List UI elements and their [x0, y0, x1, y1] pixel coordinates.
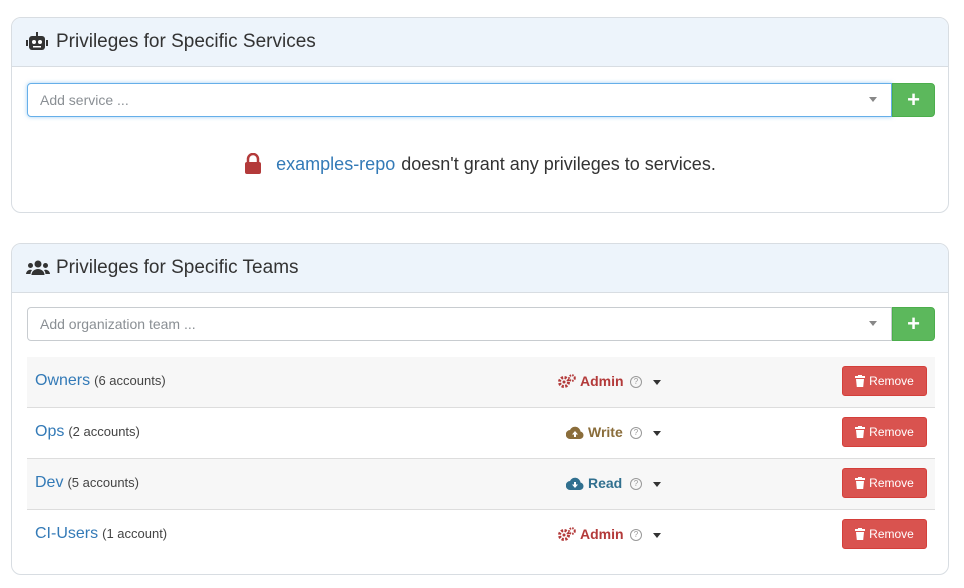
team-account-count: (2 accounts): [68, 424, 140, 439]
table-row: Dev (5 accounts) Read ? Remove: [27, 459, 935, 510]
teams-panel-heading: Privileges for Specific Teams: [12, 244, 948, 293]
help-icon[interactable]: ?: [630, 427, 642, 439]
role-label: Admin: [580, 373, 624, 389]
team-account-count: (5 accounts): [67, 475, 139, 490]
role-selector[interactable]: Read: [566, 475, 622, 491]
team-list: Owners (6 accounts) Admin ? Remove Ops (2 …: [27, 357, 935, 561]
table-row: CI-Users (1 account) Admin ? Remove: [27, 510, 935, 561]
users-icon: [26, 257, 50, 279]
role-selector[interactable]: Admin: [558, 526, 624, 542]
role-selector[interactable]: Write: [566, 424, 623, 440]
role-label: Admin: [580, 526, 624, 542]
remove-button[interactable]: Remove: [842, 366, 927, 396]
cogs-icon: [558, 527, 576, 541]
team-link[interactable]: Ops (2 accounts): [35, 423, 140, 441]
services-panel-title: Privileges for Specific Services: [56, 31, 316, 52]
cloud-download-icon: [566, 477, 584, 490]
teams-panel: Privileges for Specific Teams + Owners(6…: [11, 243, 949, 575]
add-team-button[interactable]: +: [892, 307, 935, 341]
add-service-input[interactable]: [27, 83, 892, 117]
team-account-count: (1 account): [102, 526, 168, 541]
chevron-down-icon[interactable]: [869, 321, 877, 326]
chevron-down-icon[interactable]: [869, 97, 877, 102]
add-team-input[interactable]: [27, 307, 892, 341]
team-account-count: (6 accounts): [94, 373, 166, 388]
remove-button[interactable]: Remove: [842, 519, 927, 549]
help-icon[interactable]: ?: [630, 529, 642, 541]
role-label: Read: [588, 475, 623, 491]
cogs-icon: [558, 374, 576, 388]
add-service-button[interactable]: +: [892, 83, 935, 117]
team-link[interactable]: CI-Users (1 account): [35, 525, 167, 543]
lock-icon: [244, 153, 262, 175]
remove-button[interactable]: Remove: [842, 417, 927, 447]
remove-button[interactable]: Remove: [842, 468, 927, 498]
chevron-down-icon[interactable]: [653, 380, 661, 385]
teams-panel-title: Privileges for Specific Teams: [56, 257, 299, 278]
trash-icon: [855, 477, 866, 489]
services-panel-heading: Privileges for Specific Services: [12, 18, 948, 67]
team-link[interactable]: Owners (6 accounts): [35, 372, 166, 390]
add-service-row: +: [27, 83, 935, 117]
table-row: Ops (2 accounts) Write ? Remove: [27, 408, 935, 459]
role-selector[interactable]: Admin: [558, 373, 624, 389]
role-label: Write: [588, 424, 623, 440]
services-panel: Privileges for Specific Services + examp…: [11, 17, 949, 213]
cloud-upload-icon: [566, 426, 584, 439]
no-services-text: doesn't grant any privileges to services…: [401, 153, 716, 174]
trash-icon: [855, 528, 866, 540]
help-icon[interactable]: ?: [630, 376, 642, 388]
trash-icon: [855, 375, 866, 387]
no-services-message: examples-repo doesn't grant any privileg…: [12, 153, 948, 175]
chevron-down-icon[interactable]: [653, 482, 661, 487]
table-row: Owners (6 accounts) Admin ? Remove: [27, 357, 935, 408]
trash-icon: [855, 426, 866, 438]
robot-icon: [26, 31, 50, 53]
repo-link[interactable]: examples-repo: [276, 154, 395, 175]
help-icon[interactable]: ?: [630, 478, 642, 490]
team-link[interactable]: Dev (5 accounts): [35, 474, 139, 492]
add-team-row: +: [27, 307, 935, 341]
chevron-down-icon[interactable]: [653, 431, 661, 436]
chevron-down-icon[interactable]: [653, 533, 661, 538]
